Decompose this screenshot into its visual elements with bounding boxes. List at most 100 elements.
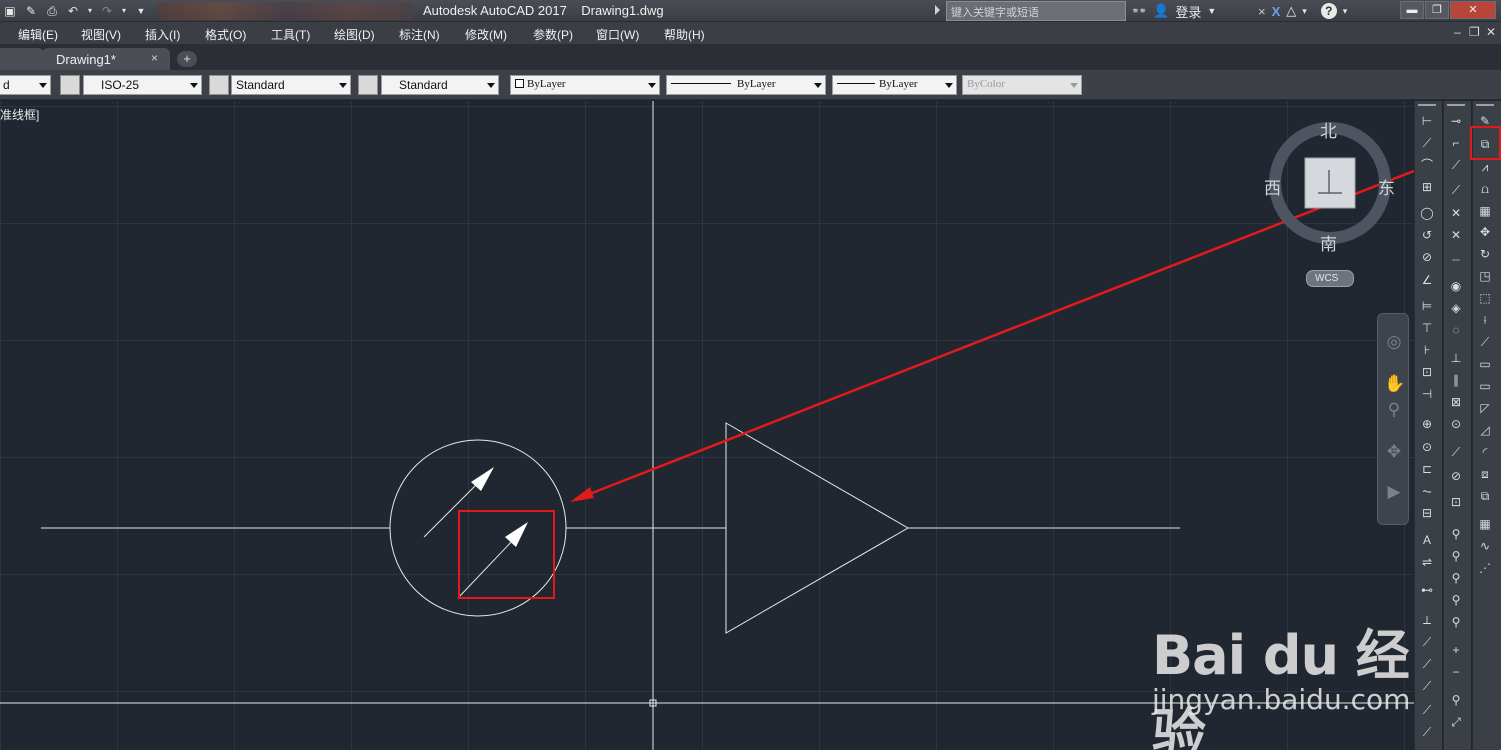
a360-icon[interactable]: △: [1286, 3, 1296, 19]
snap-parallel-icon[interactable]: ∥: [1447, 371, 1465, 389]
continue-icon[interactable]: ⊦: [1418, 341, 1436, 359]
snap-insert-icon[interactable]: ⊠: [1447, 393, 1465, 411]
edit-hatch-icon[interactable]: ▦: [1476, 515, 1494, 533]
zoom-center-icon[interactable]: ⚲: [1447, 591, 1465, 609]
dimension-style-icon[interactable]: [60, 75, 80, 95]
dim-style-icon[interactable]: ⊷: [1418, 581, 1436, 599]
inspection-icon[interactable]: ⊏: [1418, 460, 1436, 478]
login-link[interactable]: 登录: [1175, 2, 1201, 21]
customize-qat-icon[interactable]: ▼: [133, 3, 149, 19]
compass-west[interactable]: 西: [1264, 174, 1281, 199]
tool-f-icon[interactable]: ⟋: [1418, 723, 1436, 741]
file-tab-start[interactable]: [0, 48, 44, 70]
toolbar-grip[interactable]: [1418, 104, 1436, 108]
jogged-linear-icon[interactable]: ⏦: [1418, 482, 1436, 500]
snap-settings-icon[interactable]: ⊡: [1447, 493, 1465, 511]
snap-extension-icon[interactable]: ┈: [1447, 251, 1465, 269]
dim-update-icon[interactable]: ⇌: [1418, 553, 1436, 571]
snap-tangent-icon[interactable]: ◌: [1447, 321, 1465, 339]
linear-dimension-icon[interactable]: ⊢: [1418, 112, 1436, 130]
trim-icon[interactable]: ⟊: [1476, 311, 1494, 329]
zoom-window-icon[interactable]: ⚲: [1447, 525, 1465, 543]
rotate-icon[interactable]: ↻: [1476, 245, 1494, 263]
toolbar-grip[interactable]: [1476, 104, 1494, 108]
menu-insert[interactable]: 插入(I): [145, 26, 180, 43]
tool-a-icon[interactable]: ⟂: [1418, 611, 1436, 629]
search-input[interactable]: 键入关键字或短语: [946, 1, 1126, 21]
redo-icon[interactable]: ↷: [99, 3, 115, 19]
jogged-icon[interactable]: ↺: [1418, 226, 1436, 244]
aligned-dimension-icon[interactable]: ⟋: [1418, 134, 1436, 152]
zoom-all-icon[interactable]: ⚲: [1447, 691, 1465, 709]
table-style-icon[interactable]: [209, 75, 229, 95]
file-tab-drawing1[interactable]: Drawing1* ×: [42, 48, 170, 70]
dim-text-edit-icon[interactable]: A: [1418, 531, 1436, 549]
restore-window-button[interactable]: ❐: [1425, 1, 1449, 19]
scale-icon[interactable]: ◳: [1476, 267, 1494, 285]
extend-icon[interactable]: ⟋: [1476, 333, 1494, 351]
help-icon[interactable]: ?: [1320, 3, 1337, 19]
snap-midpoint-icon[interactable]: ⟋: [1447, 181, 1465, 199]
snap-center-icon[interactable]: ◉: [1447, 277, 1465, 295]
tool-c-icon[interactable]: ⟋: [1418, 655, 1436, 673]
drawing-area[interactable]: 准线框] 北 南 西 东 WCS ◎ ✋ ⚲ ✥ ▶ Bai du 经验 jin…: [0, 101, 1414, 750]
mirror-icon[interactable]: ⩘: [1476, 158, 1494, 176]
snap-quadrant-icon[interactable]: ◈: [1447, 299, 1465, 317]
zoom-extents-icon[interactable]: ⤢: [1447, 713, 1465, 731]
showmotion-icon[interactable]: ▶: [1384, 482, 1404, 502]
viewcube-top-face[interactable]: [1304, 157, 1356, 209]
toolbar-grip[interactable]: [1447, 104, 1465, 108]
snap-perpendicular-icon[interactable]: ⊥: [1447, 349, 1465, 367]
tool-b-icon[interactable]: ⟋: [1418, 633, 1436, 651]
zoom-object-icon[interactable]: ⚲: [1447, 613, 1465, 631]
orbit-icon[interactable]: ✥: [1384, 442, 1404, 462]
undo-dropdown-icon[interactable]: ▾: [86, 3, 94, 19]
dim-edit-icon[interactable]: ⊟: [1418, 504, 1436, 522]
text-style-partial-dropdown[interactable]: d: [0, 75, 51, 95]
move-icon[interactable]: ✥: [1476, 223, 1494, 241]
zoom-icon[interactable]: ⚲: [1384, 400, 1404, 420]
doc-minimize-icon[interactable]: –: [1454, 25, 1461, 39]
quick-dimension-icon[interactable]: ⊨: [1418, 297, 1436, 315]
menu-draw[interactable]: 绘图(D): [334, 26, 375, 43]
snap-intersection-icon[interactable]: ✕: [1447, 204, 1465, 222]
stretch-icon[interactable]: ⬚: [1476, 289, 1494, 307]
center-mark-icon[interactable]: ⊙: [1418, 438, 1436, 456]
array-icon[interactable]: ▦: [1476, 202, 1494, 220]
a360-dropdown-icon[interactable]: ▾: [1302, 6, 1307, 17]
print-icon[interactable]: ⎙: [44, 3, 60, 19]
user-icon[interactable]: 👤: [1153, 3, 1169, 19]
baseline-icon[interactable]: ⊤: [1418, 319, 1436, 337]
explode-icon[interactable]: ⧉: [1476, 487, 1494, 505]
tool-e-icon[interactable]: ⟋: [1418, 701, 1436, 719]
menu-tools[interactable]: 工具(T): [271, 26, 310, 43]
snap-temp-track-icon[interactable]: ⊸: [1447, 112, 1465, 130]
tolerance-icon[interactable]: ⊕: [1418, 415, 1436, 433]
break-icon[interactable]: ⊣: [1418, 385, 1436, 403]
close-window-button[interactable]: ✕: [1450, 1, 1496, 19]
snap-node-icon[interactable]: ⊙: [1447, 415, 1465, 433]
snap-apparent-icon[interactable]: ✕: [1447, 226, 1465, 244]
undo-icon[interactable]: ↶: [65, 3, 81, 19]
compass-east[interactable]: 东: [1378, 174, 1395, 199]
menu-format[interactable]: 格式(O): [205, 26, 246, 43]
edit-polyline-icon[interactable]: ⋰: [1476, 559, 1494, 577]
break-icon[interactable]: ▭: [1476, 377, 1494, 395]
compass-south[interactable]: 南: [1320, 230, 1337, 255]
chamfer-icon[interactable]: ◿: [1476, 421, 1494, 439]
join-icon[interactable]: ◸: [1476, 399, 1494, 417]
save-as-icon[interactable]: ✎: [23, 3, 39, 19]
zoom-in-icon[interactable]: +: [1447, 641, 1465, 659]
zoom-scale-icon[interactable]: ⚲: [1447, 569, 1465, 587]
menu-modify[interactable]: 修改(M): [465, 26, 507, 43]
zoom-dynamic-icon[interactable]: ⚲: [1447, 547, 1465, 565]
angular-icon[interactable]: ∠: [1418, 271, 1436, 289]
snap-endpoint-icon[interactable]: ⟋: [1447, 156, 1465, 174]
close-exchange-icon[interactable]: ×: [1258, 4, 1266, 19]
search-expand-icon[interactable]: [935, 5, 940, 15]
minimize-window-button[interactable]: ▬: [1400, 1, 1424, 19]
menu-window[interactable]: 窗口(W): [596, 26, 639, 43]
steering-wheel-icon[interactable]: ◎: [1384, 332, 1404, 352]
wcs-menu[interactable]: WCS: [1306, 270, 1354, 287]
tool-d-icon[interactable]: ⟋: [1418, 677, 1436, 695]
